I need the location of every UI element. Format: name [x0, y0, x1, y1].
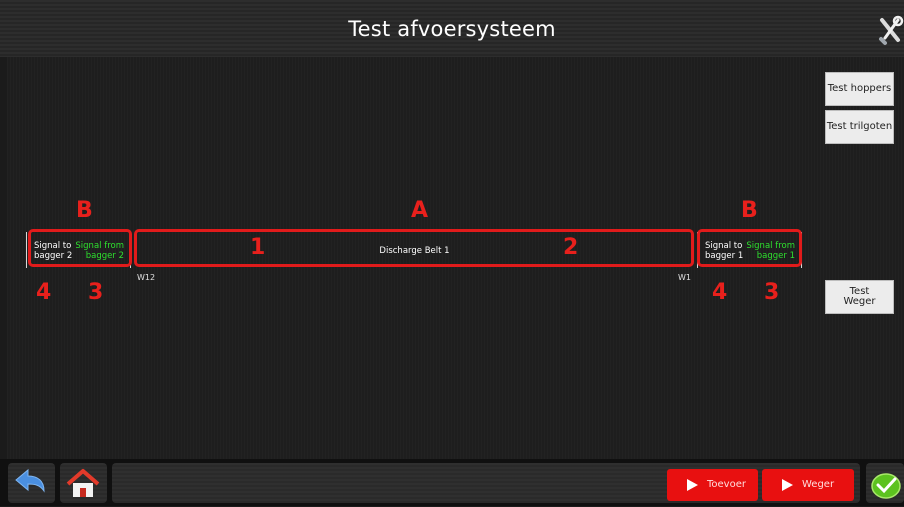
annotation-a: A: [411, 198, 429, 223]
annotation-b-left: B: [76, 198, 93, 223]
annotation-2: 2: [563, 235, 579, 260]
test-weger-button[interactable]: Test Weger: [825, 280, 894, 314]
test-trilgoten-label: Test trilgoten: [826, 121, 893, 132]
test-weger-label-line2: Weger: [843, 296, 876, 307]
title-bar: Test afvoersysteem: [0, 0, 904, 57]
test-hoppers-button[interactable]: Test hoppers: [825, 72, 894, 106]
annotation-box-b-left: [28, 229, 132, 267]
page-title: Test afvoersysteem: [348, 17, 556, 41]
weigher-w12-label: W12: [137, 273, 156, 282]
checkmark-icon: [871, 473, 901, 499]
toevoer-button[interactable]: Toevoer: [667, 469, 758, 501]
wrench-screwdriver-icon[interactable]: [876, 14, 904, 48]
test-hoppers-label: Test hoppers: [827, 83, 892, 94]
annotation-1: 1: [250, 235, 266, 260]
annotation-4-right: 4: [712, 280, 728, 305]
confirm-button[interactable]: [866, 463, 904, 503]
annotation-4-left: 4: [36, 280, 52, 305]
play-icon: [782, 479, 793, 491]
weigher-w1-label: W1: [678, 273, 691, 282]
annotation-3-right: 3: [764, 280, 780, 305]
test-trilgoten-button[interactable]: Test trilgoten: [825, 110, 894, 144]
toevoer-label: Toevoer: [707, 479, 746, 490]
weger-button[interactable]: Weger: [762, 469, 854, 501]
annotation-3-left: 3: [88, 280, 104, 305]
back-arrow-icon: [15, 468, 45, 493]
home-button[interactable]: [60, 463, 107, 503]
play-icon: [687, 479, 698, 491]
annotation-b-right: B: [741, 198, 758, 223]
home-icon: [66, 469, 100, 497]
annotation-box-a: [134, 229, 694, 267]
annotation-box-b-right: [697, 229, 802, 267]
back-button[interactable]: [8, 463, 55, 503]
weger-label: Weger: [802, 479, 835, 490]
